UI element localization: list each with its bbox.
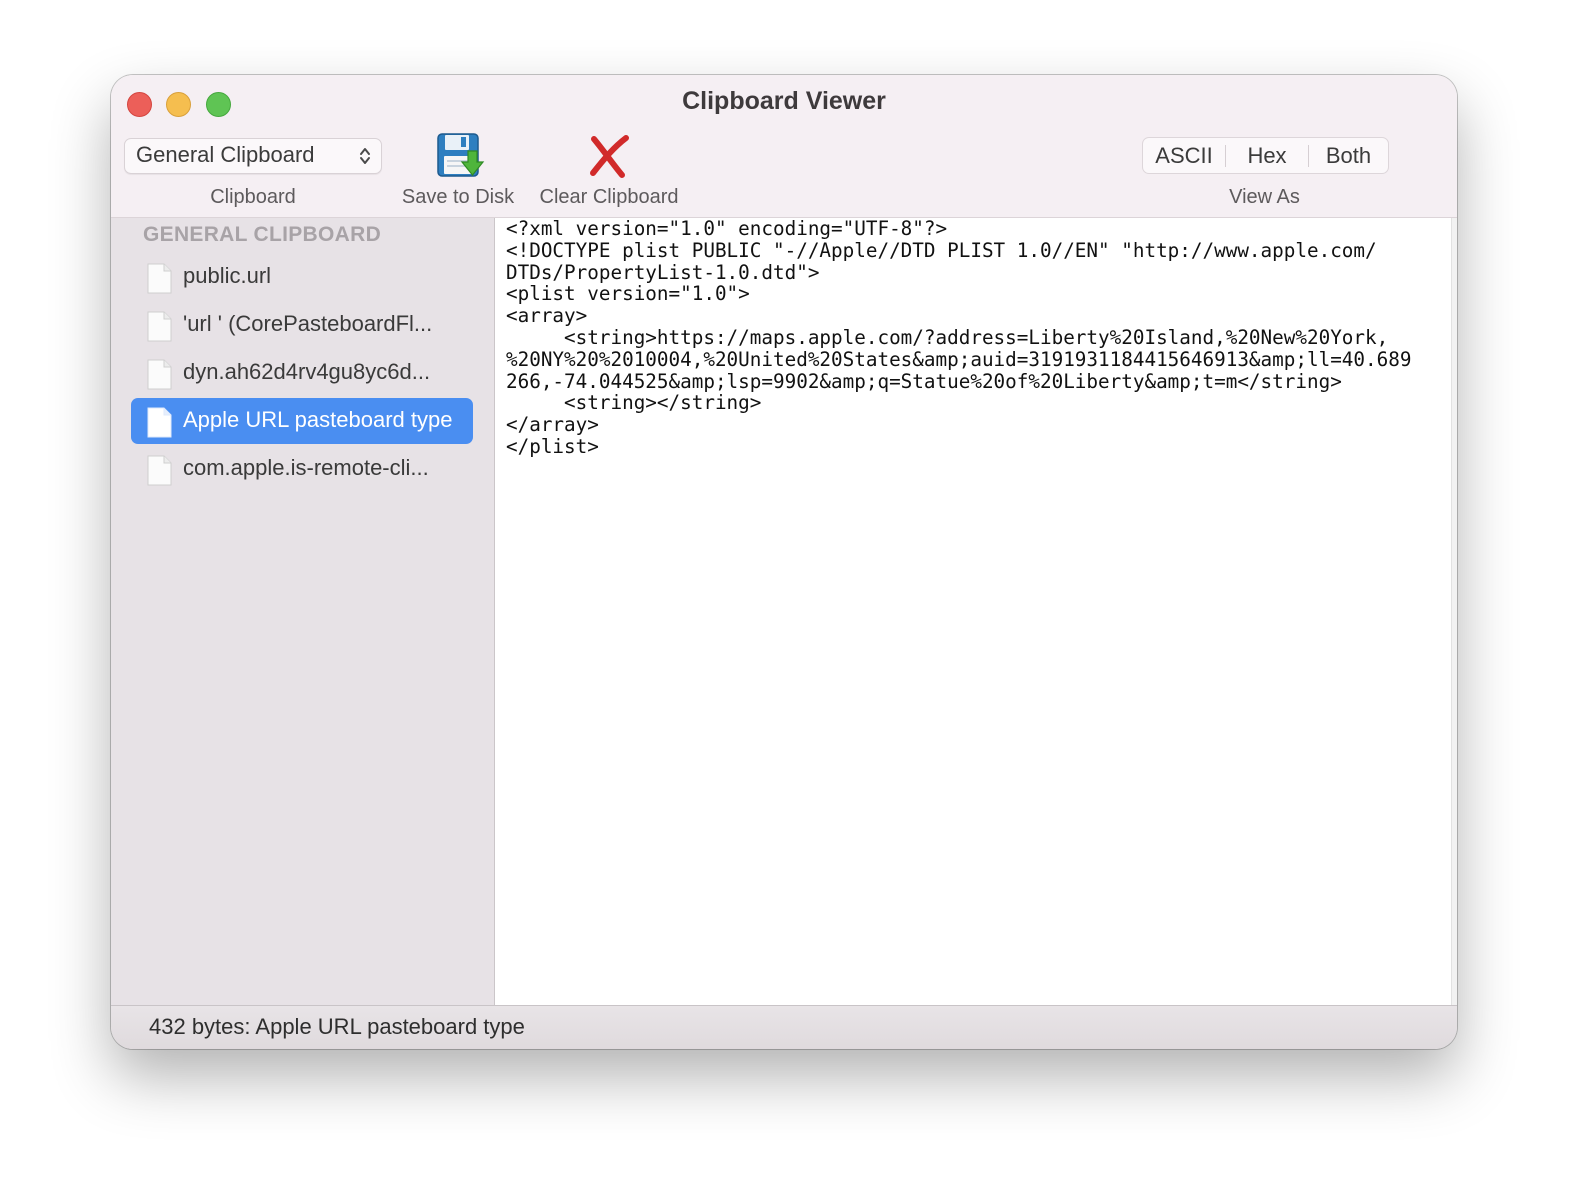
view-as-segmented-control: ASCII Hex Both [1142, 137, 1389, 174]
floppy-disk-icon [437, 133, 485, 177]
document-icon [147, 407, 172, 438]
sidebar-item-public-url[interactable]: public.url [131, 254, 473, 300]
view-as-both[interactable]: Both [1309, 138, 1388, 173]
clipboard-viewer-window: Clipboard Viewer General Clipboard Clipb… [111, 75, 1457, 1049]
clipboard-content-view[interactable]: <?xml version="1.0" encoding="UTF-8"?> <… [495, 218, 1457, 1005]
sidebar: GENERAL CLIPBOARD public.url 'url ' (Cor… [111, 218, 495, 1005]
window-title: Clipboard Viewer [682, 87, 886, 115]
document-icon [147, 359, 172, 390]
document-icon [147, 455, 172, 486]
view-as-hex[interactable]: Hex [1226, 138, 1308, 173]
save-to-disk-label: Save to Disk [401, 186, 515, 208]
sidebar-item-label: Apple URL pasteboard type [183, 407, 453, 432]
clipboard-popup-value: General Clipboard [136, 142, 315, 167]
document-icon [147, 311, 172, 342]
sidebar-item-label: 'url ' (CorePasteboardFl... [183, 311, 433, 336]
sidebar-item-apple-url-pasteboard-type[interactable]: Apple URL pasteboard type [131, 398, 473, 444]
clipboard-caption: Clipboard [210, 186, 296, 208]
clipboard-popup[interactable]: General Clipboard [124, 138, 382, 174]
status-bar: 432 bytes: Apple URL pasteboard type [111, 1005, 1457, 1049]
sidebar-item-label: com.apple.is-remote-cli... [183, 455, 429, 480]
scrollbar[interactable] [1451, 218, 1457, 1005]
clear-clipboard-button[interactable]: Clear Clipboard [531, 125, 687, 215]
toolbar: Clipboard Viewer General Clipboard Clipb… [111, 75, 1457, 218]
sidebar-item-url-corepasteboard[interactable]: 'url ' (CorePasteboardFl... [131, 302, 473, 348]
clipboard-content-text[interactable]: <?xml version="1.0" encoding="UTF-8"?> <… [506, 218, 1411, 458]
sidebar-item-dyn[interactable]: dyn.ah62d4rv4gu8yc6d... [131, 350, 473, 396]
view-as-ascii[interactable]: ASCII [1143, 138, 1225, 173]
clear-clipboard-label: Clear Clipboard [539, 186, 679, 208]
sidebar-item-remote-clipboard[interactable]: com.apple.is-remote-cli... [131, 446, 473, 492]
status-text: 432 bytes: Apple URL pasteboard type [149, 1014, 525, 1039]
sidebar-item-label: public.url [183, 263, 272, 288]
chevron-updown-icon [360, 148, 370, 164]
sidebar-header: GENERAL CLIPBOARD [143, 223, 382, 246]
red-x-icon [590, 135, 629, 178]
document-icon [147, 263, 172, 294]
sidebar-item-label: dyn.ah62d4rv4gu8yc6d... [183, 359, 431, 384]
save-to-disk-button[interactable]: Save to Disk [393, 125, 523, 215]
view-as-caption: View As [1229, 186, 1300, 208]
